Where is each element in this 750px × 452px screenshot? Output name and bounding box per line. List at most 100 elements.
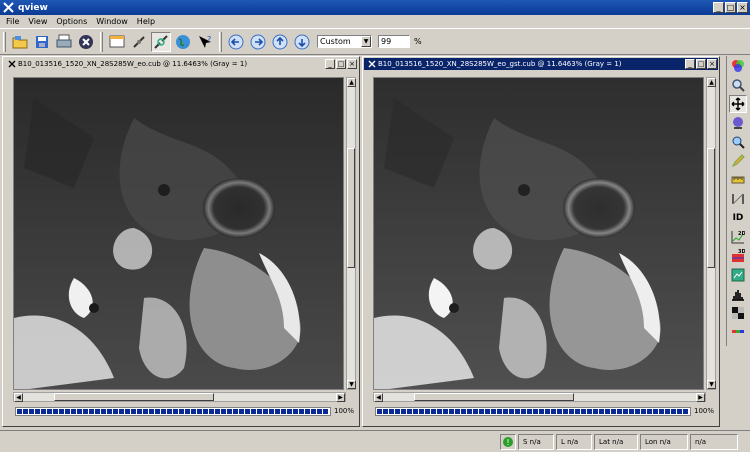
spectral-icon[interactable] — [729, 266, 747, 284]
id-tool-icon[interactable]: ID — [729, 209, 747, 227]
mars-surface-image — [374, 78, 703, 389]
histogram-icon[interactable] — [729, 285, 747, 303]
find-icon[interactable] — [729, 133, 747, 151]
viewport-maximize-button[interactable]: □ — [336, 59, 346, 69]
progress-fill — [17, 409, 329, 414]
edit-icon[interactable] — [729, 152, 747, 170]
horizontal-scroll-thumb[interactable] — [54, 393, 214, 401]
progress-fill — [377, 409, 689, 414]
vertical-scroll-thumb[interactable] — [707, 148, 715, 268]
progress-percent: 100% — [334, 407, 355, 415]
toolbar-grip[interactable] — [3, 31, 6, 52]
up-icon[interactable] — [270, 32, 290, 52]
viewport-close-button[interactable]: × — [347, 59, 357, 69]
viewport-title: B10_013516_1520_XN_28S285W_eo.cub @ 11.6… — [18, 60, 248, 68]
pan-icon[interactable] — [729, 95, 747, 113]
app-title-bar: qview _ □ × — [0, 0, 750, 15]
linked-icon[interactable] — [151, 31, 171, 52]
menu-bar: File View Options Window Help — [0, 15, 750, 27]
tool-strip: ID 2D 3D — [726, 56, 748, 346]
zoom-unit-label: % — [414, 37, 422, 46]
plot-3d-icon[interactable]: 3D — [729, 247, 747, 265]
toolbar-separator — [100, 31, 103, 52]
stretch-icon[interactable] — [729, 114, 747, 132]
scroll-left-arrow[interactable]: ◀ — [14, 393, 23, 402]
plot-3d-label: 3D — [738, 249, 745, 255]
status-sample: S n/a — [518, 433, 554, 450]
status-bar: ! S n/a L n/a Lat n/a Lon n/a n/a — [0, 430, 750, 452]
zoom-value-input[interactable]: 99 — [378, 35, 410, 48]
plot-2d-icon[interactable]: 2D — [729, 228, 747, 246]
qview-app-icon — [2, 2, 14, 14]
menu-window[interactable]: Window — [96, 17, 128, 26]
minimize-button[interactable]: _ — [713, 2, 724, 13]
chevron-down-icon[interactable]: ▼ — [361, 36, 371, 47]
viewport-maximize-button[interactable]: □ — [696, 59, 706, 69]
toolbar-separator-2 — [219, 31, 222, 52]
scroll-right-arrow[interactable]: ▶ — [336, 393, 345, 402]
forward-icon[interactable] — [248, 32, 268, 52]
link-icon[interactable] — [129, 32, 149, 52]
blink-icon[interactable] — [107, 32, 127, 52]
mars-surface-image — [14, 78, 343, 389]
viewport-title-bar[interactable]: B10_013516_1520_XN_28S285W_eo.cub @ 11.6… — [4, 58, 358, 70]
status-latitude: Lat n/a — [594, 433, 638, 450]
color-icon[interactable] — [729, 323, 747, 341]
viewport-icon — [367, 60, 376, 69]
menu-file[interactable]: File — [6, 17, 19, 26]
close-icon[interactable] — [76, 32, 96, 52]
scroll-up-arrow[interactable]: ▲ — [707, 78, 716, 87]
menu-help[interactable]: Help — [137, 17, 155, 26]
status-indicator-icon: ! — [500, 433, 516, 450]
viewport-minimize-button[interactable]: _ — [685, 59, 695, 69]
load-progress-bar — [375, 407, 691, 416]
horizontal-scrollbar[interactable]: ◀ ▶ — [373, 392, 706, 402]
app-title: qview — [18, 2, 48, 13]
globe-icon[interactable] — [173, 32, 193, 52]
matrix-icon[interactable] — [729, 304, 747, 322]
scroll-down-arrow[interactable]: ▼ — [347, 380, 356, 389]
cube-image-view[interactable] — [13, 77, 344, 390]
viewport-title-bar[interactable]: B10_013516_1520_XN_28S285W_eo_gst.cub @ … — [364, 58, 718, 70]
horizontal-scrollbar[interactable]: ◀ ▶ — [13, 392, 346, 402]
whats-this-icon[interactable]: ? — [195, 32, 215, 52]
viewport-window-1[interactable]: B10_013516_1520_XN_28S285W_eo.cub @ 11.6… — [2, 56, 360, 427]
down-icon[interactable] — [292, 32, 312, 52]
status-line: L n/a — [556, 433, 592, 450]
menu-options[interactable]: Options — [56, 17, 87, 26]
status-pixel-value: n/a — [690, 433, 738, 450]
maximize-button[interactable]: □ — [725, 2, 736, 13]
viewport-icon — [7, 60, 16, 69]
viewport-minimize-button[interactable]: _ — [325, 59, 335, 69]
close-button[interactable]: × — [737, 2, 748, 13]
zoom-mode-select[interactable]: Custom ▼ — [317, 35, 372, 48]
scroll-right-arrow[interactable]: ▶ — [696, 393, 705, 402]
menu-view[interactable]: View — [28, 17, 47, 26]
scroll-down-arrow[interactable]: ▼ — [707, 380, 716, 389]
save-icon[interactable] — [32, 32, 52, 52]
measure-icon[interactable] — [729, 171, 747, 189]
print-icon[interactable] — [54, 32, 74, 52]
vertical-scroll-thumb[interactable] — [347, 148, 355, 268]
horizontal-scroll-thumb[interactable] — [414, 393, 574, 401]
open-icon[interactable] — [10, 32, 30, 52]
mdi-area: B10_013516_1520_XN_28S285W_eo.cub @ 11.6… — [0, 56, 724, 427]
viewport-title: B10_013516_1520_XN_28S285W_eo_gst.cub @ … — [378, 60, 622, 68]
scroll-up-arrow[interactable]: ▲ — [347, 78, 356, 87]
zoom-mode-value: Custom — [320, 37, 351, 46]
zoom-icon[interactable] — [729, 76, 747, 94]
scroll-left-arrow[interactable]: ◀ — [374, 393, 383, 402]
main-toolbar: ? Custom ▼ 99 % — [0, 28, 750, 55]
cube-image-view[interactable] — [373, 77, 704, 390]
svg-text:?: ? — [207, 35, 211, 44]
vertical-scrollbar[interactable]: ▲ ▼ — [346, 77, 356, 390]
stereo-icon[interactable] — [729, 190, 747, 208]
load-progress-bar — [15, 407, 331, 416]
viewport-window-2[interactable]: B10_013516_1520_XN_28S285W_eo_gst.cub @ … — [362, 56, 720, 427]
vertical-scrollbar[interactable]: ▲ ▼ — [706, 77, 716, 390]
progress-percent: 100% — [694, 407, 715, 415]
band-select-icon[interactable] — [729, 57, 747, 75]
viewport-close-button[interactable]: × — [707, 59, 717, 69]
svg-text:!: ! — [506, 438, 509, 447]
back-icon[interactable] — [226, 32, 246, 52]
